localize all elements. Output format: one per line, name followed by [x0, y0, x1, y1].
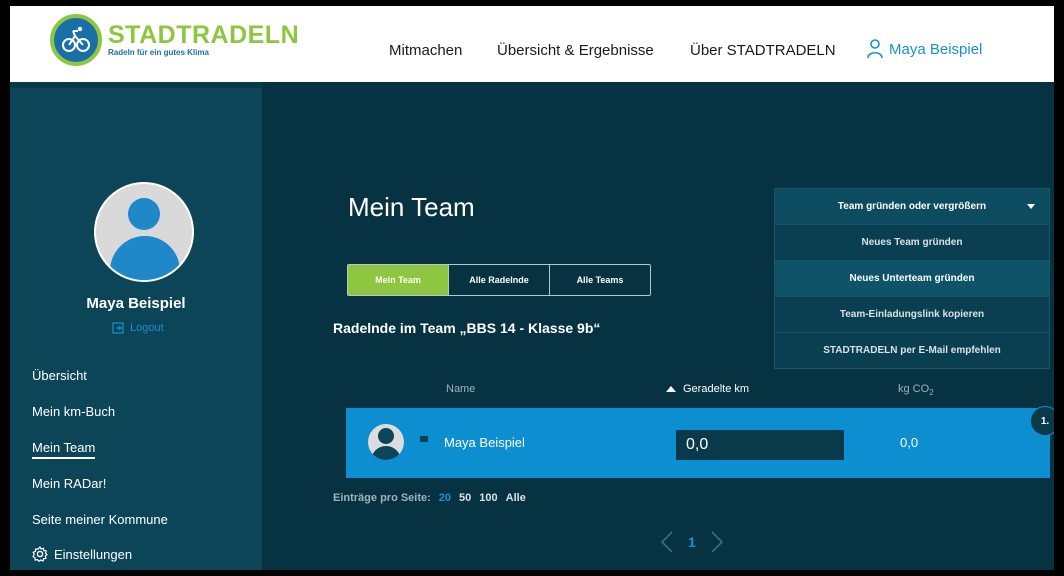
per-page-100[interactable]: 100: [479, 492, 497, 504]
nav-user-menu[interactable]: Maya Beispiel: [867, 39, 982, 59]
sidebar-item-km-buch[interactable]: Mein km-Buch: [32, 404, 115, 419]
brand-title: STADTRADELN: [108, 21, 300, 49]
bike-logo-icon: [50, 14, 102, 66]
row-km-value: 0,0: [676, 430, 844, 460]
team-actions-dropdown: Team gründen oder vergrößern Neues Team …: [774, 188, 1050, 369]
sidebar-item-kommune[interactable]: Seite meiner Kommune: [32, 512, 168, 527]
dropdown-toggle[interactable]: Team gründen oder vergrößern: [775, 189, 1049, 224]
co2-subscript: 2: [929, 388, 934, 398]
per-page-20[interactable]: 20: [439, 492, 451, 504]
menu-item-neues-unterteam[interactable]: Neues Unterteam gründen: [775, 260, 1049, 296]
sort-ascending-icon: [666, 386, 676, 392]
page-number[interactable]: 1: [688, 534, 696, 550]
column-header-km[interactable]: Geradelte km: [666, 383, 749, 395]
team-subtitle: Radelnde im Team „BBS 14 - Klasse 9b“: [333, 320, 601, 336]
column-header-km-label: Geradelte km: [683, 383, 750, 395]
tab-alle-radelnde[interactable]: Alle Radelnde: [448, 265, 549, 295]
row-name: Maya Beispiel: [444, 435, 525, 450]
menu-item-email-empfehlen[interactable]: STADTRADELN per E-Mail empfehlen: [775, 332, 1049, 368]
flag-icon: [420, 436, 428, 442]
sidebar-item-mein-team[interactable]: Mein Team: [32, 440, 96, 459]
table-row[interactable]: Maya Beispiel 0,0 0,0: [346, 408, 1050, 478]
logout-label: Logout: [130, 322, 164, 334]
view-tabs: Mein Team Alle Radelnde Alle Teams: [347, 264, 651, 296]
tab-alle-teams[interactable]: Alle Teams: [549, 265, 650, 295]
dropdown-header-label: Team gründen oder vergrößern: [837, 201, 987, 212]
menu-item-einladungslink[interactable]: Team-Einladungslink kopieren: [775, 296, 1049, 332]
chevron-down-icon: [1027, 204, 1035, 209]
top-header: STADTRADELN Radeln für ein gutes Klima M…: [10, 6, 1054, 82]
nav-mitmachen[interactable]: Mitmachen: [389, 42, 462, 59]
user-icon: [867, 39, 883, 59]
menu-item-neues-team[interactable]: Neues Team gründen: [775, 224, 1049, 260]
avatar: [94, 182, 194, 282]
logout-icon: [112, 322, 124, 334]
gear-icon: [32, 546, 48, 562]
column-header-co2-label: kg CO: [898, 383, 930, 395]
app-window: STADTRADELN Radeln für ein gutes Klima M…: [10, 6, 1054, 570]
sidebar-item-einstellungen[interactable]: Einstellungen: [32, 546, 132, 562]
sidebar-user-name: Maya Beispiel: [86, 295, 186, 312]
pagination: 1: [660, 530, 724, 554]
sidebar-item-uebersicht[interactable]: Übersicht: [32, 368, 87, 383]
per-page-50[interactable]: 50: [459, 492, 471, 504]
nav-user-name: Maya Beispiel: [889, 40, 983, 58]
nav-uebersicht-ergebnisse[interactable]: Übersicht & Ergebnisse: [497, 42, 654, 59]
sidebar: Maya Beispiel Logout Übersicht Mein km-B…: [10, 88, 262, 570]
column-header-name[interactable]: Name: [446, 383, 475, 395]
row-co2-value: 0,0: [900, 435, 919, 450]
brand-tagline: Radeln für ein gutes Klima: [108, 48, 209, 57]
entries-per-page: Einträge pro Seite: 20 50 100 Alle: [333, 492, 526, 504]
per-page-alle[interactable]: Alle: [506, 492, 526, 504]
chevron-left-icon[interactable]: [660, 530, 674, 554]
nav-ueber-stadtradeln[interactable]: Über STADTRADELN: [690, 42, 836, 59]
page-title: Mein Team: [348, 192, 475, 222]
logo[interactable]: STADTRADELN Radeln für ein gutes Klima: [50, 14, 299, 66]
column-header-co2[interactable]: kg CO2: [898, 383, 934, 397]
chevron-right-icon[interactable]: [710, 530, 724, 554]
logout-link[interactable]: Logout: [112, 322, 164, 334]
per-page-label: Einträge pro Seite:: [333, 492, 431, 504]
sidebar-item-radar[interactable]: Mein RADar!: [32, 476, 106, 491]
sidebar-item-label: Einstellungen: [54, 546, 133, 562]
rank-badge: 1.: [1030, 406, 1054, 436]
row-avatar: [368, 424, 404, 460]
tab-mein-team[interactable]: Mein Team: [348, 265, 448, 295]
